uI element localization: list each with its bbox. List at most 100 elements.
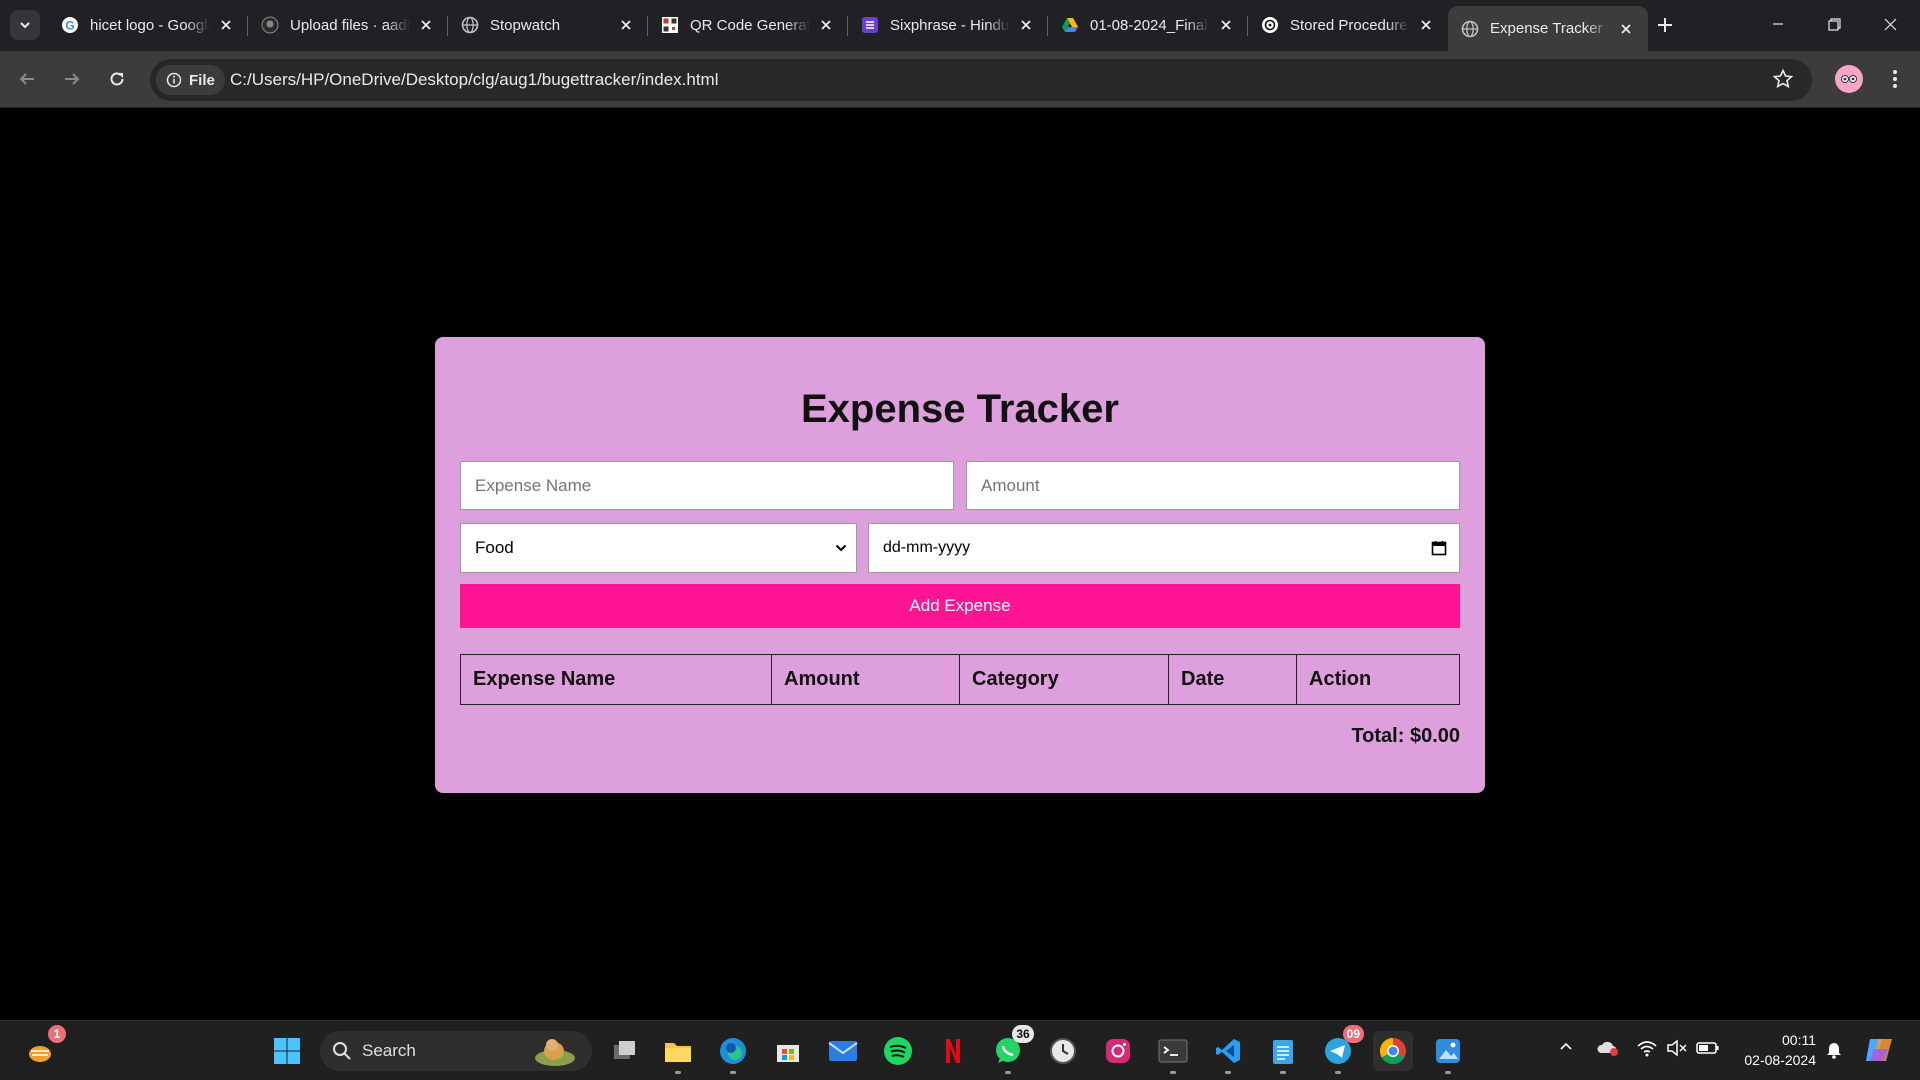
google-icon: G [60, 15, 80, 35]
back-button[interactable] [12, 64, 42, 94]
browser-toolbar: File C:/Users/HP/OneDrive/Desktop/clg/au… [0, 51, 1920, 108]
tab-upload-files[interactable]: Upload files · aadhithya [248, 6, 448, 44]
arrow-right-icon [65, 73, 80, 85]
vscode-button[interactable] [1208, 1031, 1248, 1074]
expense-name-placeholder: Expense Name [475, 475, 592, 495]
taskbar-search[interactable]: Search [320, 1031, 592, 1071]
clock-app-button[interactable] [1043, 1031, 1083, 1071]
search-icon [333, 1042, 351, 1060]
onedrive-icon[interactable] [1596, 1039, 1620, 1062]
telegram-button[interactable]: 09 [1318, 1025, 1364, 1074]
battery-icon[interactable] [1696, 1039, 1720, 1062]
close-window-button[interactable] [1862, 0, 1918, 48]
tab-title: Upload files · aadhithya [290, 16, 410, 34]
tab-drive-file[interactable]: 01-08-2024_Final [1048, 6, 1248, 44]
search-highlight-icon [535, 1039, 575, 1066]
tab-expense-tracker[interactable]: Expense Tracker [1448, 6, 1648, 51]
task-view-button[interactable] [605, 1031, 645, 1071]
widgets-button[interactable]: 1 [20, 1025, 66, 1071]
telegram-badge: 09 [1342, 1025, 1364, 1043]
close-icon[interactable] [1216, 15, 1236, 35]
taskbar-search-label: Search [362, 1041, 416, 1060]
site-info-chip[interactable]: File [156, 65, 225, 95]
date-input[interactable]: dd-mm-yyyy [868, 523, 1460, 573]
clock-time: 00:11 [1782, 1032, 1816, 1048]
tab-title: Stored Procedures [1290, 16, 1410, 34]
calendar-icon[interactable] [1431, 540, 1447, 556]
forward-button[interactable] [57, 64, 87, 94]
url-text[interactable]: C:/Users/HP/OneDrive/Desktop/clg/aug1/bu… [230, 70, 718, 90]
tab-title: hicet logo - Google Search [90, 16, 210, 34]
whatsapp-badge: 36 [1012, 1025, 1034, 1043]
column-header-action: Action [1296, 654, 1460, 705]
copilot-icon[interactable] [1864, 1035, 1896, 1070]
mail-button[interactable] [823, 1031, 863, 1071]
add-expense-button[interactable]: Add Expense [460, 584, 1460, 628]
wifi-icon[interactable] [1636, 1039, 1658, 1062]
address-bar[interactable]: File C:/Users/HP/OneDrive/Desktop/clg/au… [150, 59, 1812, 101]
close-icon[interactable] [1016, 15, 1036, 35]
bookmark-star-icon[interactable] [1772, 68, 1794, 95]
tab-title: Stopwatch [490, 16, 561, 34]
netflix-button[interactable] [933, 1031, 973, 1071]
total-amount: Total: $0.00 [1351, 725, 1460, 747]
minimize-icon [1773, 23, 1783, 25]
tab-qr-code-generator[interactable]: QR Code Generator [648, 6, 848, 44]
site-info-label: File [189, 71, 215, 89]
windows-logo-icon [274, 1038, 300, 1064]
close-icon[interactable] [816, 15, 836, 35]
profile-avatar[interactable] [1835, 65, 1863, 93]
photos-button[interactable] [1428, 1031, 1468, 1074]
terminal-icon [1158, 1039, 1188, 1063]
tab-list: G hicet logo - Google Search Upload file… [48, 6, 1648, 51]
amount-input[interactable]: Amount [966, 461, 1460, 510]
close-icon[interactable] [1416, 15, 1436, 35]
notepad-button[interactable] [1263, 1031, 1303, 1074]
tab-hicet-logo[interactable]: G hicet logo - Google Search [48, 6, 248, 44]
clock-date: 02-08-2024 [1744, 1052, 1816, 1068]
close-icon[interactable] [616, 15, 636, 35]
tab-title: QR Code Generator [690, 16, 810, 34]
spotify-button[interactable] [878, 1031, 918, 1071]
microsoft-store-button[interactable] [768, 1031, 808, 1071]
tab-title: 01-08-2024_Final [1090, 16, 1208, 34]
date-placeholder: dd-mm-yyyy [883, 539, 971, 556]
chrome-button[interactable] [1373, 1031, 1413, 1071]
drive-icon [1060, 15, 1080, 35]
file-explorer-button[interactable] [658, 1031, 698, 1074]
system-clock[interactable]: 00:11 02-08-2024 [1728, 1030, 1816, 1070]
globe-icon [1460, 19, 1480, 39]
show-hidden-icons[interactable] [1558, 1039, 1574, 1060]
whatsapp-button[interactable]: 36 [988, 1025, 1034, 1074]
category-select[interactable]: Food [460, 523, 857, 573]
sixphrase-icon [860, 15, 880, 35]
close-icon[interactable] [1616, 19, 1636, 39]
arrow-left-icon [19, 73, 34, 85]
expense-name-input[interactable]: Expense Name [460, 461, 954, 510]
terminal-button[interactable] [1153, 1031, 1193, 1074]
tab-sixphrase[interactable]: Sixphrase - Hindusthan [848, 6, 1048, 44]
clock-icon [1050, 1038, 1076, 1064]
minimize-button[interactable] [1750, 0, 1806, 48]
column-header-date: Date [1168, 654, 1297, 705]
restore-button[interactable] [1806, 0, 1862, 48]
avatar-icon [1841, 75, 1857, 83]
chrome-icon [1379, 1037, 1406, 1065]
amount-placeholder: Amount [981, 475, 1040, 495]
new-tab-button[interactable] [1650, 10, 1680, 40]
reload-button[interactable] [102, 64, 132, 94]
start-button[interactable] [267, 1031, 307, 1071]
volume-muted-icon[interactable] [1666, 1039, 1688, 1062]
instagram-button[interactable] [1098, 1031, 1138, 1071]
close-icon[interactable] [216, 15, 236, 35]
qr-icon [660, 15, 680, 35]
tab-stored-procedures[interactable]: Stored Procedures [1248, 6, 1448, 44]
browser-menu-button[interactable] [1880, 64, 1910, 94]
close-icon[interactable] [416, 15, 436, 35]
spotify-icon [884, 1037, 912, 1065]
tab-search-button[interactable] [10, 10, 40, 40]
notification-bell-icon[interactable] [1824, 1039, 1844, 1064]
edge-button[interactable] [713, 1031, 753, 1074]
globe-icon [460, 15, 480, 35]
tab-stopwatch[interactable]: Stopwatch [448, 6, 648, 44]
